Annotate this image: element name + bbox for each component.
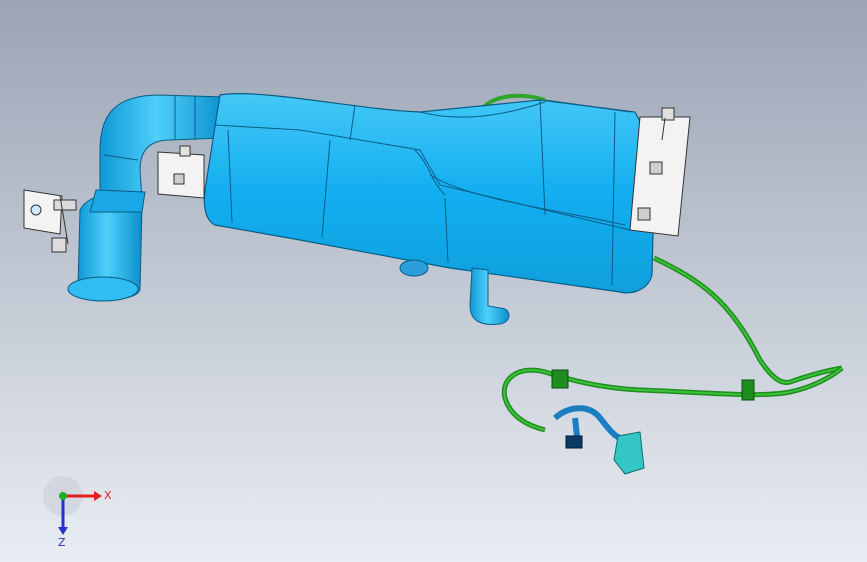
x-axis-label: X — [104, 489, 112, 502]
viewport-canvas[interactable]: X Z — [0, 0, 867, 562]
z-axis-label: Z — [58, 536, 66, 549]
y-axis-dot — [59, 492, 67, 500]
cad-3d-viewport[interactable]: X Z — [0, 0, 867, 562]
